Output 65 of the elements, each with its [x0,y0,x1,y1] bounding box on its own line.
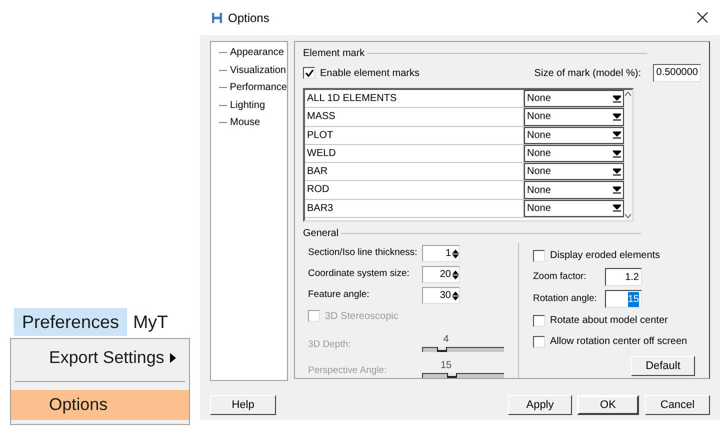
section-title: Element mark [303,47,365,61]
mark-dropdown[interactable]: None [524,90,624,108]
spin-arrows-icon [452,290,459,302]
menu-item[interactable]: Options [11,390,189,420]
dialog-button[interactable]: Apply [508,395,572,415]
scroll-up-icon[interactable] [625,92,631,96]
mark-dropdown[interactable]: None [524,126,624,144]
menu-title[interactable]: Preferences [14,308,128,336]
mark-dropdown[interactable]: None [524,163,624,180]
checkbox-label: Display eroded elements [550,249,660,263]
checkbox-label: Rotate about model center [550,314,668,328]
checkbox[interactable] [533,314,545,326]
mark-dropdown[interactable]: None [524,200,624,218]
tree-item[interactable]: Visualization [230,62,286,78]
slider-label: 3D Depth: [308,338,352,352]
size-field[interactable]: 0.500000 [653,64,701,82]
field-label: Feature angle: [308,288,370,302]
section-title: General [303,227,339,241]
submenu-arrow-icon [170,353,176,363]
menu-item[interactable]: Export Settings [11,343,189,373]
window-title: Options [228,10,270,26]
checkbox-label: 3D Stereoscopic [325,310,398,324]
close-icon[interactable] [697,12,708,23]
scroll-down-icon[interactable] [625,214,631,218]
mark-dropdown[interactable]: None [524,181,624,199]
spin-field[interactable]: 20 [422,266,460,283]
dropdown-arrow-icon [613,94,621,103]
checkbox[interactable] [303,67,315,79]
spin-arrows-icon [452,248,459,260]
field-label: Section/Iso line thickness: [308,246,418,260]
app-logo-icon [212,12,222,24]
dialog-button[interactable]: Help [210,395,276,415]
dropdown-arrow-icon [613,204,621,212]
dropdown-arrow-icon [613,112,621,121]
checkbox[interactable] [533,250,545,262]
spin-field[interactable]: 1 [422,245,460,262]
dropdown-arrow-icon [613,186,621,194]
field-label: Size of mark (model %): [534,66,641,80]
field-label: Zoom factor: [533,270,588,284]
spin-field[interactable]: 30 [422,287,460,304]
tree-item[interactable]: Lighting [230,98,266,113]
scrollbar[interactable] [624,90,632,220]
checkbox-label: Allow rotation center off screen [550,335,688,349]
dropdown-arrow-icon [613,150,621,158]
spin-arrows-icon [452,268,459,280]
mark-dropdown[interactable]: None [524,144,624,162]
menu-title[interactable]: MyT [133,308,168,336]
input-field[interactable]: 15 [605,290,642,308]
slider-reading: 15 [439,359,453,373]
dropdown-arrow-icon [613,168,621,176]
field-label: Coordinate system size: [308,267,410,282]
input-field[interactable]: 1.2 [605,268,642,286]
dialog-button[interactable]: Default [631,356,695,376]
field-label: Rotation angle: [533,292,598,306]
slider-label: Perspective Angle: [308,364,388,378]
dialog-button[interactable]: OK [577,395,639,415]
mark-dropdown[interactable]: None [524,108,624,126]
tree-item[interactable]: Performance [230,80,287,96]
checkbox[interactable] [533,336,545,348]
dropdown-arrow-icon [613,131,621,140]
slider-reading: 4 [442,333,450,347]
dialog-button[interactable]: Cancel [645,395,710,415]
tree-item[interactable]: Appearance [230,45,284,60]
checkbox-label: Enable element marks [320,66,420,80]
tree-item[interactable]: Mouse [230,115,260,130]
